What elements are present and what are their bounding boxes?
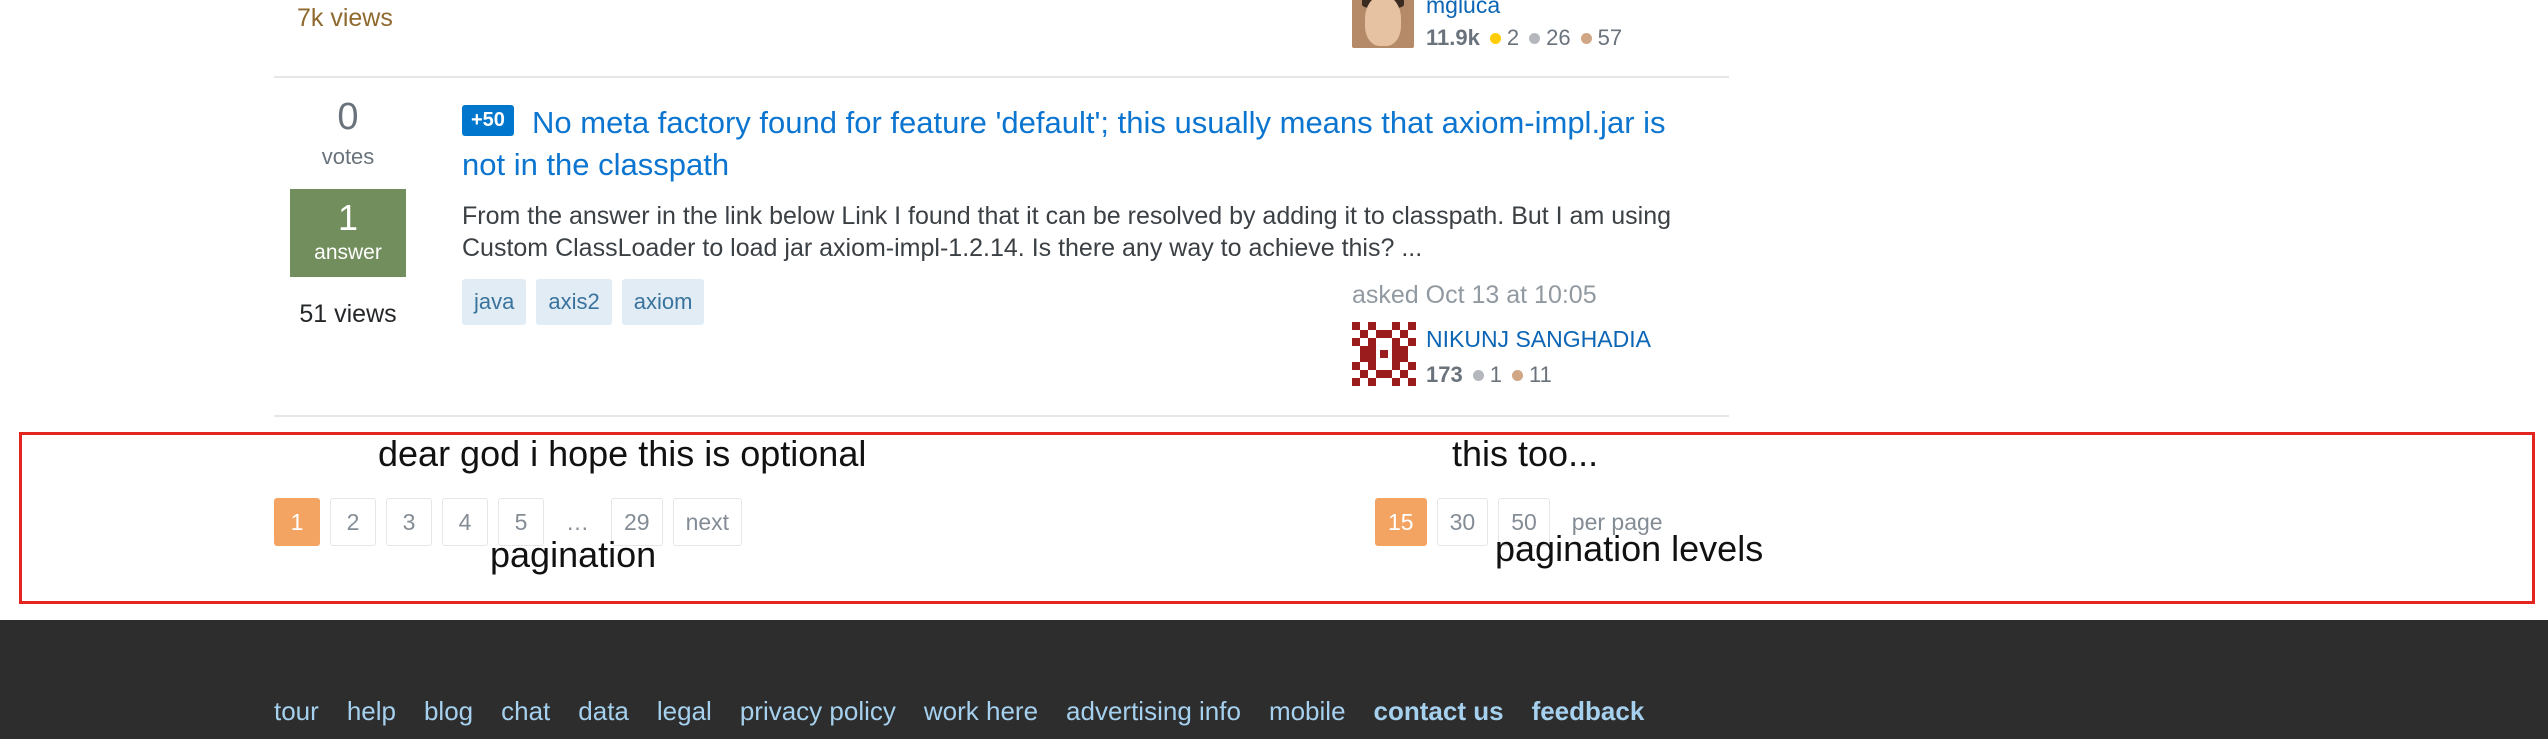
footer-link-privacy-policy[interactable]: privacy policy <box>740 696 896 727</box>
silver-badge-icon <box>1529 33 1541 45</box>
view-count: 51 views <box>299 300 397 328</box>
page-1-button[interactable]: 1 <box>274 498 320 546</box>
prev-user-name-link[interactable]: mgluca <box>1426 0 1500 19</box>
page-2-button[interactable]: 2 <box>330 498 376 546</box>
site-footer: tour help blog chat data legal privacy p… <box>0 620 2548 739</box>
silver-badge-icon <box>1472 370 1484 382</box>
answer-count-badge: 1 answer <box>290 189 406 277</box>
prev-user-gold-count: 2 <box>1506 25 1520 50</box>
footer-link-advertising-info[interactable]: advertising info <box>1066 696 1241 727</box>
prev-user-reputation: 11.9k 2 26 57 <box>1426 25 1622 51</box>
question-title-link[interactable]: No meta factory found for feature 'defau… <box>462 102 1702 186</box>
prev-user-avatar[interactable] <box>1352 0 1414 48</box>
user-bronze-count: 11 <box>1528 362 1552 387</box>
footer-links: tour help blog chat data legal privacy p… <box>274 696 1644 727</box>
page-size-30-button[interactable]: 30 <box>1436 498 1489 546</box>
bronze-badge-icon <box>1580 33 1592 45</box>
footer-link-mobile[interactable]: mobile <box>1269 696 1346 727</box>
tag-java[interactable]: java <box>462 279 527 325</box>
footer-link-data[interactable]: data <box>578 696 629 727</box>
list-bottom-divider <box>274 415 1729 417</box>
prev-user-rep-score: 11.9k <box>1426 25 1480 50</box>
asked-timestamp: asked Oct 13 at 10:05 <box>1352 281 1597 309</box>
tag-axis2[interactable]: axis2 <box>536 279 612 325</box>
footer-link-feedback[interactable]: feedback <box>1532 696 1645 727</box>
vote-count: 0 <box>337 96 359 138</box>
bounty-badge[interactable]: +50 <box>462 105 514 136</box>
prev-question-views: 7k views <box>297 4 393 32</box>
footer-link-tour[interactable]: tour <box>274 696 319 727</box>
prev-user-bronze-count: 57 <box>1597 25 1623 50</box>
footer-link-help[interactable]: help <box>347 696 396 727</box>
answer-label: answer <box>314 241 382 264</box>
user-name-link[interactable]: NIKUNJ SANGHADIA <box>1426 326 1651 353</box>
annotation-this-too: this too... <box>1452 433 1599 474</box>
annotation-pagination: pagination <box>490 534 657 575</box>
user-identicon-avatar[interactable] <box>1352 322 1416 386</box>
vote-label: votes <box>321 144 375 169</box>
page-size-15-button[interactable]: 15 <box>1375 498 1427 546</box>
bronze-badge-icon <box>1511 370 1523 382</box>
footer-link-work-here[interactable]: work here <box>924 696 1038 727</box>
footer-link-blog[interactable]: blog <box>424 696 473 727</box>
gold-badge-icon <box>1489 33 1501 45</box>
annotation-optional: dear god i hope this is optional <box>378 433 867 474</box>
user-rep-score: 173 <box>1426 362 1463 387</box>
tag-list: java axis2 axiom <box>462 279 705 325</box>
answer-count: 1 <box>337 197 359 238</box>
user-silver-count: 1 <box>1489 362 1502 387</box>
question-excerpt: From the answer in the link below Link I… <box>462 202 1671 262</box>
tag-axiom[interactable]: axiom <box>621 279 705 325</box>
page-4-button[interactable]: 4 <box>442 498 488 546</box>
user-reputation: 173 1 11 <box>1426 362 1552 388</box>
next-page-button[interactable]: next <box>672 498 743 546</box>
annotation-pagination-levels: pagination levels <box>1495 528 1764 569</box>
question-divider <box>274 76 1729 78</box>
prev-user-silver-count: 26 <box>1546 25 1571 50</box>
footer-link-contact-us[interactable]: contact us <box>1374 696 1504 727</box>
footer-link-legal[interactable]: legal <box>657 696 712 727</box>
page-3-button[interactable]: 3 <box>386 498 432 546</box>
footer-link-chat[interactable]: chat <box>501 696 550 727</box>
